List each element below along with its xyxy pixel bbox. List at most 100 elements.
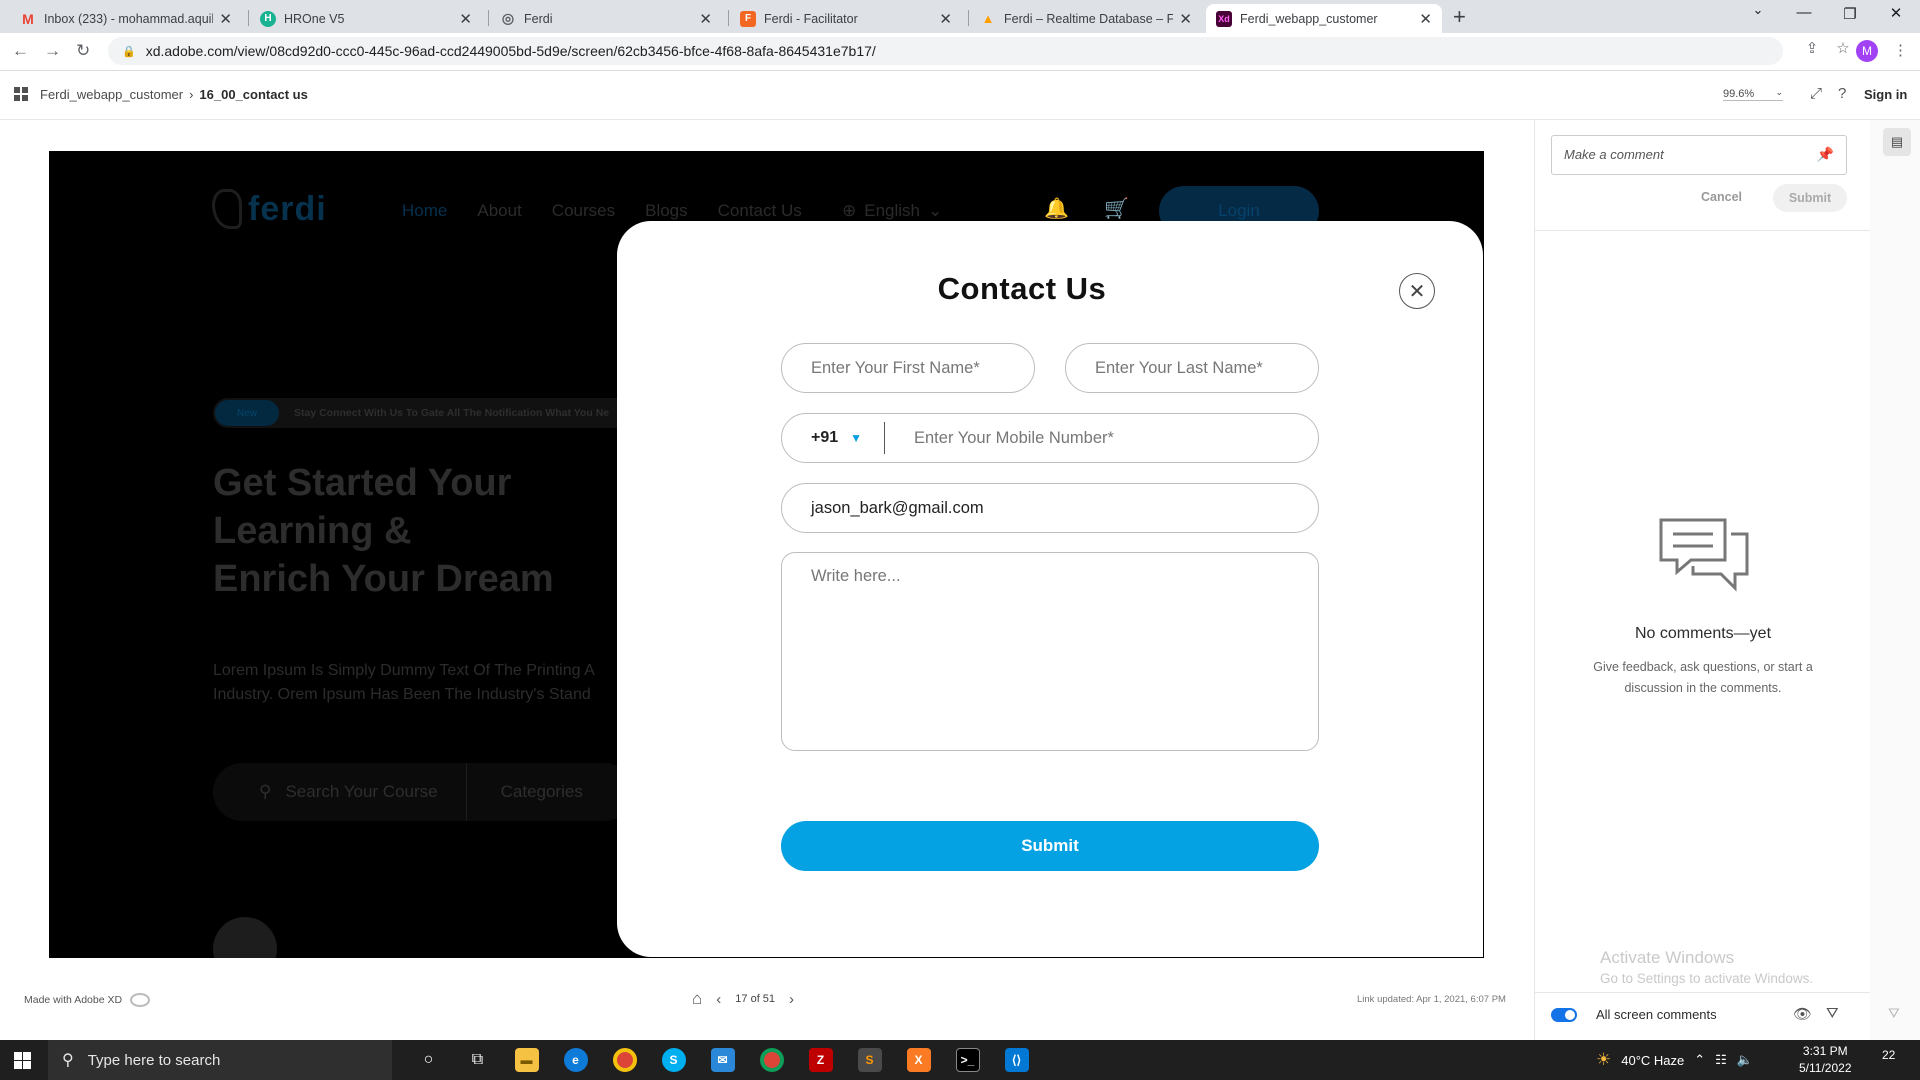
pin-icon[interactable]: 📌 xyxy=(1817,146,1834,163)
system-tray: ☀ 40°C Haze ⌃ ☷ 🔈 xyxy=(1596,1040,1753,1080)
forward-icon[interactable]: → xyxy=(44,41,61,61)
browser-tab-firebase[interactable]: ▲ Ferdi – Realtime Database – Fireb ✕ xyxy=(970,4,1202,33)
nav-about[interactable]: About xyxy=(477,201,521,221)
search-icon: ⚲ xyxy=(62,1052,74,1069)
filezilla-icon[interactable]: Z xyxy=(796,1040,845,1080)
categories-select[interactable]: Categories xyxy=(501,782,583,802)
share-icon[interactable]: ⇪ xyxy=(1806,39,1819,57)
last-name-field[interactable]: Enter Your Last Name* xyxy=(1065,343,1319,393)
tab-search-icon[interactable]: ⌄ xyxy=(1738,2,1778,18)
minimize-icon[interactable]: — xyxy=(1784,4,1824,21)
scroll-button[interactable] xyxy=(213,917,277,958)
browser-tab-ferdi[interactable]: ◎ Ferdi ✕ xyxy=(490,4,722,33)
restore-icon[interactable]: ❐ xyxy=(1830,5,1870,23)
close-tab-icon[interactable]: ✕ xyxy=(1419,10,1432,28)
sign-in-link[interactable]: Sign in xyxy=(1864,87,1907,102)
language-select[interactable]: ⊕ English ⌄ xyxy=(842,201,942,221)
browser-tab-bar: M Inbox (233) - mohammad.aquib@ ✕ H HROn… xyxy=(0,0,1920,33)
submit-button[interactable]: Submit xyxy=(781,821,1319,871)
close-window-icon[interactable]: ✕ xyxy=(1876,4,1916,22)
skype-icon[interactable]: S xyxy=(649,1040,698,1080)
task-view-icon[interactable]: ⧉ xyxy=(453,1040,502,1080)
tray-chevron-icon[interactable]: ⌃ xyxy=(1694,1052,1705,1068)
message-textarea[interactable]: Write here... xyxy=(781,552,1319,751)
chrome-icon[interactable] xyxy=(600,1040,649,1080)
bookmark-star-icon[interactable]: ☆ xyxy=(1836,39,1849,57)
new-tab-icon[interactable]: + xyxy=(1453,4,1466,30)
close-tab-icon[interactable]: ✕ xyxy=(1179,10,1192,28)
zoom-select[interactable]: 99.6% ⌄ xyxy=(1723,87,1783,101)
address-bar: ← → ↻ 🔒 xd.adobe.com/view/08cd92d0-ccc0-… xyxy=(0,33,1920,71)
fullscreen-icon[interactable]: ⤢ xyxy=(1810,85,1822,102)
taskbar-search[interactable]: ⚲ Type here to search xyxy=(48,1040,392,1080)
terminal-icon[interactable]: >_ xyxy=(943,1040,992,1080)
breadcrumb-project[interactable]: Ferdi_webapp_customer xyxy=(40,87,183,102)
tab-divider xyxy=(248,10,249,26)
reload-icon[interactable]: ↻ xyxy=(76,41,90,61)
globe-icon: ◎ xyxy=(501,10,515,26)
creative-cloud-icon xyxy=(130,993,151,1007)
cortana-icon[interactable]: ○ xyxy=(404,1040,453,1080)
comment-input[interactable]: Make a comment 📌 xyxy=(1551,135,1847,175)
next-screen-icon[interactable]: › xyxy=(789,991,794,1008)
nav-courses[interactable]: Courses xyxy=(552,201,615,221)
cart-icon[interactable]: 🛒 xyxy=(1104,196,1129,221)
filter-icon[interactable]: ⛛ xyxy=(1826,1005,1839,1023)
browser-tab-gmail[interactable]: M Inbox (233) - mohammad.aquib@ ✕ xyxy=(10,4,242,33)
comments-footer: All screen comments 👁 ⛛ xyxy=(1535,992,1871,1040)
new-badge: New xyxy=(215,400,279,426)
windows-taskbar: ⚲ Type here to search ○ ⧉ ▬ e S ✉ Z S X … xyxy=(0,1040,1920,1080)
close-tab-icon[interactable]: ✕ xyxy=(699,10,712,28)
close-tab-icon[interactable]: ✕ xyxy=(219,10,232,28)
chevron-down-icon: ⌄ xyxy=(928,201,943,220)
taskbar-apps: ○ ⧉ ▬ e S ✉ Z S X >_ ⟨⟩ xyxy=(404,1040,1041,1080)
activate-windows-text: Go to Settings to activate Windows. xyxy=(1600,971,1814,986)
close-modal-button[interactable]: ✕ xyxy=(1399,273,1435,309)
profile-avatar[interactable]: M xyxy=(1856,40,1878,62)
vscode-icon[interactable]: ⟨⟩ xyxy=(992,1040,1041,1080)
nav-contact[interactable]: Contact Us xyxy=(718,201,802,221)
sublime-icon[interactable]: S xyxy=(845,1040,894,1080)
file-explorer-icon[interactable]: ▬ xyxy=(502,1040,551,1080)
browser-tab-xd-active[interactable]: Xd Ferdi_webapp_customer ✕ xyxy=(1206,4,1442,33)
mail-icon[interactable]: ✉ xyxy=(698,1040,747,1080)
chrome-profile-icon[interactable] xyxy=(747,1040,796,1080)
site-logo[interactable]: ferdi xyxy=(212,189,327,229)
close-tab-icon[interactable]: ✕ xyxy=(459,10,472,28)
browser-tab-hrone[interactable]: H HROne V5 ✕ xyxy=(250,4,482,33)
bell-icon[interactable]: 🔔 xyxy=(1044,196,1069,221)
all-screen-comments-toggle[interactable] xyxy=(1551,1008,1577,1022)
edge-icon[interactable]: e xyxy=(551,1040,600,1080)
xd-header: Ferdi_webapp_customer › 16_00_contact us… xyxy=(0,71,1920,120)
browser-menu-icon[interactable]: ⋮ xyxy=(1893,41,1908,59)
url-field[interactable]: 🔒 xd.adobe.com/view/08cd92d0-ccc0-445c-9… xyxy=(108,37,1783,65)
nav-home[interactable]: Home xyxy=(402,201,447,221)
app-grid-icon[interactable] xyxy=(14,87,28,101)
activate-windows-title: Activate Windows xyxy=(1600,948,1735,967)
first-name-field[interactable]: Enter Your First Name* xyxy=(781,343,1035,393)
xampp-icon[interactable]: X xyxy=(894,1040,943,1080)
mobile-number-input[interactable]: Enter Your Mobile Number* xyxy=(885,429,1114,448)
weather-text[interactable]: 40°C Haze xyxy=(1621,1053,1684,1068)
chevron-right-icon: › xyxy=(189,87,194,102)
close-tab-icon[interactable]: ✕ xyxy=(939,10,952,28)
network-icon[interactable]: ☷ xyxy=(1715,1052,1727,1068)
back-icon[interactable]: ← xyxy=(12,41,29,61)
home-icon[interactable]: ⌂ xyxy=(692,989,702,1009)
course-search-bar[interactable]: ⚲ Search Your Course Categories xyxy=(213,763,633,821)
nav-blogs[interactable]: Blogs xyxy=(645,201,688,221)
notification-count[interactable]: 22 xyxy=(1882,1048,1895,1062)
volume-icon[interactable]: 🔈 xyxy=(1737,1052,1753,1068)
comments-toggle-icon[interactable]: ▤ xyxy=(1883,128,1911,156)
hide-comments-icon[interactable]: 👁 xyxy=(1793,1005,1812,1023)
comment-submit-button[interactable]: Submit xyxy=(1773,184,1847,212)
email-field[interactable]: jason_bark@gmail.com xyxy=(781,483,1319,533)
browser-tab-facilitator[interactable]: F Ferdi - Facilitator ✕ xyxy=(730,4,962,33)
help-icon[interactable]: ? xyxy=(1838,85,1846,102)
taskbar-clock[interactable]: 3:31 PM 5/11/2022 xyxy=(1799,1043,1852,1077)
windows-start-icon[interactable] xyxy=(14,1052,31,1069)
country-code-select[interactable]: +91 ▼ xyxy=(782,429,884,447)
comment-cancel-button[interactable]: Cancel xyxy=(1701,190,1742,204)
previous-screen-icon[interactable]: ‹ xyxy=(716,991,721,1008)
made-with-xd[interactable]: Made with Adobe XD xyxy=(24,993,151,1007)
